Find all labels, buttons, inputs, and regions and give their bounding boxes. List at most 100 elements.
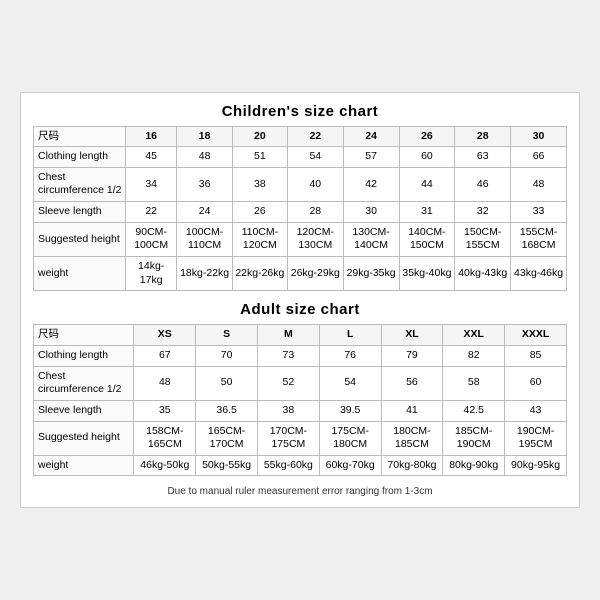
table-cell: 48	[177, 147, 233, 168]
table-cell: 120CM-130CM	[287, 222, 343, 256]
table-cell: 52	[257, 366, 319, 400]
table-cell: 55kg-60kg	[257, 455, 319, 476]
table-cell: 38	[257, 400, 319, 421]
table-row: Clothing length4548515457606366	[34, 147, 567, 168]
col-header-26: 26	[399, 126, 455, 147]
table-cell: 100CM-110CM	[177, 222, 233, 256]
adult-body: Clothing length67707376798285Chest circu…	[34, 345, 567, 475]
col-header-XL: XL	[381, 325, 443, 346]
row-label: Clothing length	[34, 345, 134, 366]
row-label: Chest circumference 1/2	[34, 366, 134, 400]
col-header-30: 30	[511, 126, 567, 147]
table-cell: 22kg-26kg	[232, 257, 287, 291]
table-cell: 63	[455, 147, 511, 168]
table-cell: 158CM-165CM	[134, 421, 196, 455]
table-cell: 150CM-155CM	[455, 222, 511, 256]
col-header-20: 20	[232, 126, 287, 147]
table-cell: 82	[443, 345, 505, 366]
table-cell: 66	[511, 147, 567, 168]
table-row: Sleeve length2224262830313233	[34, 202, 567, 223]
table-cell: 140CM-150CM	[399, 222, 455, 256]
table-cell: 26kg-29kg	[287, 257, 343, 291]
table-cell: 32	[455, 202, 511, 223]
row-label: weight	[34, 257, 126, 291]
table-cell: 90kg-95kg	[505, 455, 567, 476]
table-cell: 155CM-168CM	[511, 222, 567, 256]
note: Due to manual ruler measurement error ra…	[33, 486, 567, 497]
table-cell: 51	[232, 147, 287, 168]
table-cell: 130CM-140CM	[343, 222, 399, 256]
table-cell: 40	[287, 167, 343, 201]
table-cell: 54	[287, 147, 343, 168]
row-label: Suggested height	[34, 421, 134, 455]
table-row: Chest circumference 1/23436384042444648	[34, 167, 567, 201]
children-header-row: 尺码1618202224262830	[34, 126, 567, 147]
col-header-S: S	[196, 325, 258, 346]
col-header-XS: XS	[134, 325, 196, 346]
col-header-L: L	[319, 325, 381, 346]
table-cell: 70	[196, 345, 258, 366]
adult-header-row: 尺码XSSMLXLXXLXXXL	[34, 325, 567, 346]
table-cell: 31	[399, 202, 455, 223]
table-cell: 42.5	[443, 400, 505, 421]
table-cell: 60	[399, 147, 455, 168]
table-cell: 80kg-90kg	[443, 455, 505, 476]
table-cell: 28	[287, 202, 343, 223]
table-row: Suggested height90CM-100CM100CM-110CM110…	[34, 222, 567, 256]
col-header-16: 16	[125, 126, 176, 147]
col-header-24: 24	[343, 126, 399, 147]
row-label: weight	[34, 455, 134, 476]
table-cell: 60	[505, 366, 567, 400]
table-cell: 46	[455, 167, 511, 201]
table-cell: 26	[232, 202, 287, 223]
table-cell: 73	[257, 345, 319, 366]
table-cell: 44	[399, 167, 455, 201]
table-cell: 33	[511, 202, 567, 223]
table-cell: 45	[125, 147, 176, 168]
table-cell: 190CM-195CM	[505, 421, 567, 455]
col-header-label: 尺码	[34, 325, 134, 346]
table-cell: 175CM-180CM	[319, 421, 381, 455]
table-cell: 48	[134, 366, 196, 400]
table-cell: 14kg-17kg	[125, 257, 176, 291]
table-row: weight14kg-17kg18kg-22kg22kg-26kg26kg-29…	[34, 257, 567, 291]
table-cell: 60kg-70kg	[319, 455, 381, 476]
table-cell: 170CM-175CM	[257, 421, 319, 455]
table-row: weight46kg-50kg50kg-55kg55kg-60kg60kg-70…	[34, 455, 567, 476]
table-cell: 40kg-43kg	[455, 257, 511, 291]
table-cell: 85	[505, 345, 567, 366]
table-cell: 46kg-50kg	[134, 455, 196, 476]
children-body: Clothing length4548515457606366Chest cir…	[34, 147, 567, 291]
table-cell: 24	[177, 202, 233, 223]
adult-table: 尺码XSSMLXLXXLXXXL Clothing length67707376…	[33, 324, 567, 476]
table-cell: 39.5	[319, 400, 381, 421]
table-row: Sleeve length3536.53839.54142.543	[34, 400, 567, 421]
table-cell: 54	[319, 366, 381, 400]
table-cell: 58	[443, 366, 505, 400]
table-cell: 43	[505, 400, 567, 421]
row-label: Clothing length	[34, 147, 126, 168]
table-cell: 50	[196, 366, 258, 400]
table-cell: 22	[125, 202, 176, 223]
table-cell: 76	[319, 345, 381, 366]
table-cell: 50kg-55kg	[196, 455, 258, 476]
col-header-28: 28	[455, 126, 511, 147]
table-cell: 36	[177, 167, 233, 201]
table-cell: 18kg-22kg	[177, 257, 233, 291]
table-cell: 41	[381, 400, 443, 421]
chart-container: Children's size chart 尺码1618202224262830…	[20, 92, 580, 509]
col-header-XXXL: XXXL	[505, 325, 567, 346]
col-header-22: 22	[287, 126, 343, 147]
table-row: Clothing length67707376798285	[34, 345, 567, 366]
row-label: Suggested height	[34, 222, 126, 256]
table-cell: 57	[343, 147, 399, 168]
col-header-M: M	[257, 325, 319, 346]
table-cell: 43kg-46kg	[511, 257, 567, 291]
table-cell: 185CM-190CM	[443, 421, 505, 455]
table-cell: 48	[511, 167, 567, 201]
table-cell: 165CM-170CM	[196, 421, 258, 455]
children-table: 尺码1618202224262830 Clothing length454851…	[33, 126, 567, 292]
table-cell: 79	[381, 345, 443, 366]
col-header-18: 18	[177, 126, 233, 147]
table-cell: 180CM-185CM	[381, 421, 443, 455]
